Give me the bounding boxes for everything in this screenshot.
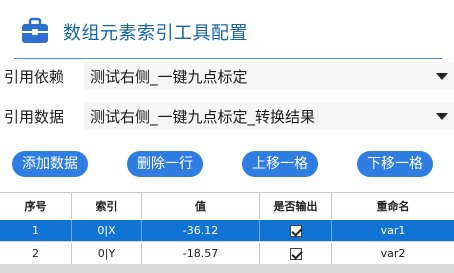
table-header: 序号 索引 值 是否输出 重命名: [0, 193, 454, 219]
move-down-button[interactable]: 下移一格: [357, 151, 433, 177]
column-header-value[interactable]: 值: [142, 193, 260, 219]
data-table: 序号 索引 值 是否输出 重命名 1 0|X -36.12 var1 2 0|Y…: [0, 192, 454, 273]
row-rename[interactable]: var1: [332, 220, 454, 241]
dialog-header: 数组元素索引工具配置: [0, 0, 454, 62]
row-index: 2: [0, 243, 72, 264]
reference-dependency-label: 引用依赖: [4, 68, 65, 86]
row-rename[interactable]: var2: [332, 243, 454, 264]
delete-row-button[interactable]: 删除一行: [127, 151, 203, 177]
row-value: -18.57: [142, 243, 260, 264]
reference-data-value: 测试右侧_一键九点标定_转换结果: [90, 108, 316, 126]
reference-data-row: 引用数据 测试右侧_一键九点标定_转换结果: [0, 102, 454, 130]
reference-data-select[interactable]: 测试右侧_一键九点标定_转换结果: [84, 102, 454, 130]
row-key[interactable]: 0|Y: [72, 243, 142, 264]
horizontal-scrollbar[interactable]: [0, 264, 454, 273]
column-header-rename[interactable]: 重命名: [332, 193, 454, 219]
reference-data-label: 引用数据: [4, 108, 65, 126]
move-up-button[interactable]: 上移一格: [242, 151, 318, 177]
column-header-output[interactable]: 是否输出: [260, 193, 332, 219]
reference-dependency-select[interactable]: 测试右侧_一键九点标定: [84, 62, 454, 90]
row-key[interactable]: 0|X: [72, 220, 142, 241]
reference-dependency-value: 测试右侧_一键九点标定: [90, 68, 248, 86]
row-output-cell: [260, 220, 332, 241]
chevron-down-icon[interactable]: [436, 113, 448, 120]
table-row[interactable]: 1 0|X -36.12 var1: [0, 220, 454, 242]
page-title: 数组元素索引工具配置: [63, 23, 248, 44]
column-header-index[interactable]: 序号: [0, 193, 72, 219]
reference-dependency-row: 引用依赖 测试右侧_一键九点标定: [0, 62, 454, 90]
row-index: 1: [0, 220, 72, 241]
row-output-cell: [260, 243, 332, 264]
column-header-key[interactable]: 索引: [72, 193, 142, 219]
add-data-button[interactable]: 添加数据: [12, 151, 88, 177]
row-value: -36.12: [142, 220, 260, 241]
header-divider: [14, 58, 442, 59]
briefcase-icon: [22, 17, 48, 43]
output-checkbox[interactable]: [289, 224, 302, 237]
output-checkbox[interactable]: [289, 247, 302, 260]
config-dialog: 数组元素索引工具配置 引用依赖 测试右侧_一键九点标定 引用数据 测试右侧_一键…: [0, 0, 454, 273]
chevron-down-icon[interactable]: [436, 73, 448, 80]
table-row[interactable]: 2 0|Y -18.57 var2: [0, 243, 454, 265]
